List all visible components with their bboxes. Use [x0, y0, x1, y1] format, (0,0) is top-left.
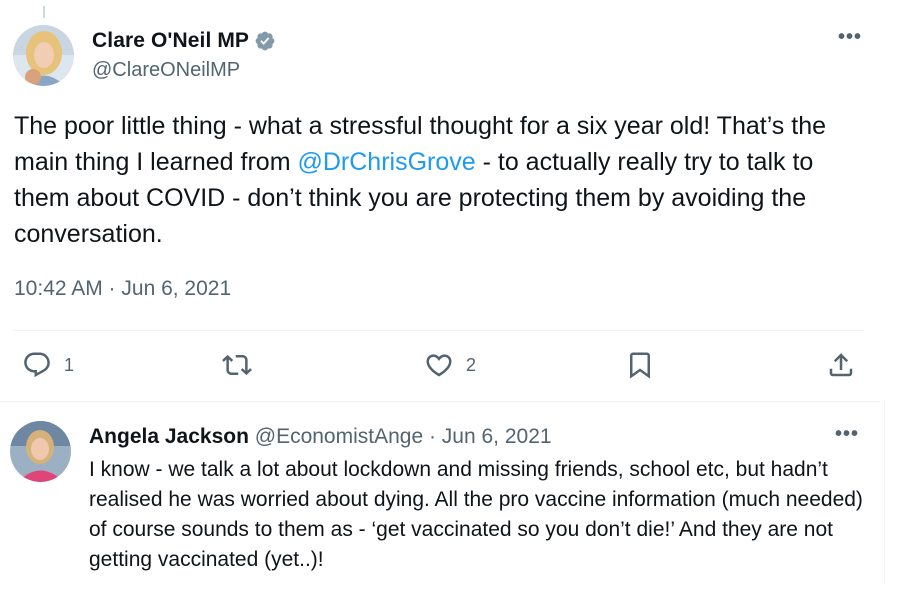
share-icon: [829, 353, 853, 377]
reply-meta[interactable]: @EconomistAnge · Jun 6, 2021: [255, 425, 552, 448]
bookmark-button[interactable]: [625, 350, 655, 380]
tweet-text: The poor little thing - what a stressful…: [14, 108, 874, 252]
reply-button[interactable]: 1: [22, 350, 74, 380]
author-handle[interactable]: @ClareONeilMP: [92, 59, 240, 82]
retweet-button[interactable]: [222, 350, 252, 380]
reply-author-name[interactable]: Angela Jackson: [89, 425, 249, 448]
author-name[interactable]: Clare O'Neil MP: [92, 29, 249, 53]
reply-more-options-icon[interactable]: •••: [835, 423, 859, 446]
reply-count: 1: [64, 354, 75, 375]
divider: [14, 330, 864, 331]
reply-author-avatar[interactable]: [10, 421, 71, 482]
tweet-timestamp[interactable]: 10:42 AM · Jun 6, 2021: [14, 277, 231, 301]
reply-icon: [24, 352, 50, 378]
like-count: 2: [466, 354, 477, 375]
mention-link[interactable]: @DrChrisGrove: [297, 148, 475, 176]
verified-badge-icon: [255, 31, 275, 51]
bookmark-icon: [630, 352, 650, 379]
retweet-icon: [222, 354, 252, 376]
like-button[interactable]: 2: [424, 350, 476, 380]
reply-separator: [0, 401, 880, 402]
more-options-icon[interactable]: •••: [838, 26, 862, 49]
reply-border: [884, 402, 885, 582]
author-name-line: Clare O'Neil MP: [92, 29, 276, 53]
thread-connector-line: [43, 6, 45, 18]
reply-header: Angela Jackson @EconomistAnge · Jun 6, 2…: [89, 425, 552, 449]
author-avatar[interactable]: [13, 25, 74, 86]
like-icon: [426, 354, 452, 377]
share-button[interactable]: [826, 350, 856, 380]
reply-text: I know - we talk a lot about lockdown an…: [89, 458, 863, 571]
